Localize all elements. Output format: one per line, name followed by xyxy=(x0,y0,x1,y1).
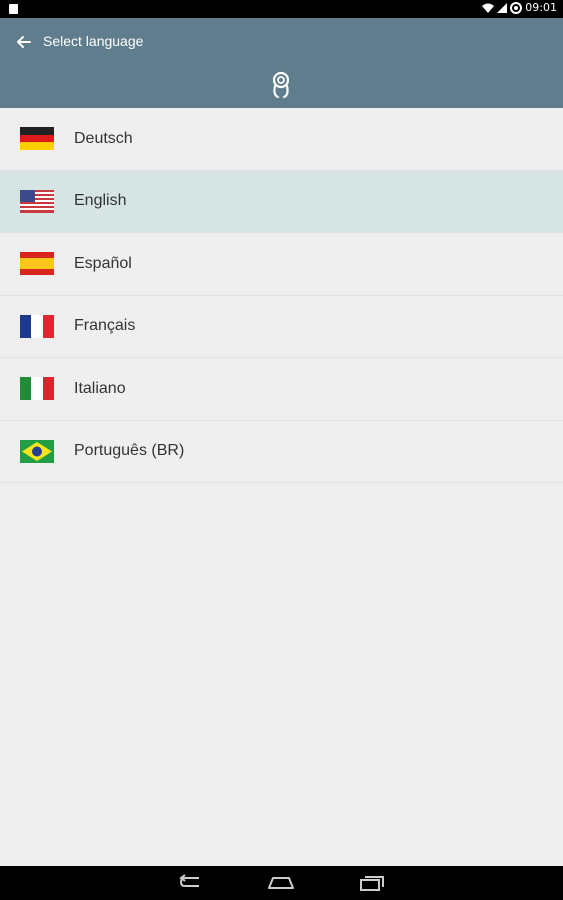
battery-sync-icon xyxy=(510,1,523,14)
back-arrow-icon[interactable] xyxy=(14,32,34,52)
language-label: Deutsch xyxy=(74,129,133,147)
app-bar: Select language xyxy=(0,18,563,108)
wifi-icon xyxy=(482,3,495,13)
language-label: Italiano xyxy=(74,379,126,397)
language-item-deutsch[interactable]: Deutsch xyxy=(0,108,563,171)
language-item-italiano[interactable]: Italiano xyxy=(0,358,563,421)
it-flag-icon xyxy=(20,377,54,401)
fr-flag-icon xyxy=(20,314,54,338)
language-label: Español xyxy=(74,254,132,272)
language-item-espanol[interactable]: Español xyxy=(0,233,563,296)
us-flag-icon xyxy=(20,189,54,213)
es-flag-icon xyxy=(20,252,54,276)
language-item-francais[interactable]: Français xyxy=(0,296,563,358)
language-item-portugues-br[interactable]: Português (BR) xyxy=(0,421,563,483)
notification-icon xyxy=(9,4,18,14)
status-icons: 09:01 xyxy=(482,1,557,14)
language-item-english[interactable]: English xyxy=(0,170,563,233)
status-bar: 09:01 xyxy=(0,0,563,18)
signal-icon xyxy=(497,2,508,13)
language-list: Deutsch English Español Français Italian… xyxy=(0,108,563,483)
back-nav-icon[interactable] xyxy=(177,873,205,893)
recent-apps-icon[interactable] xyxy=(358,873,386,893)
page-title: Select language xyxy=(43,33,144,49)
language-label: Português (BR) xyxy=(74,442,185,460)
navigation-bar xyxy=(0,866,563,900)
clock: 09:01 xyxy=(525,1,557,14)
de-flag-icon xyxy=(20,127,54,151)
app-logo-icon xyxy=(272,71,290,99)
language-label: English xyxy=(74,192,127,210)
language-label: Français xyxy=(74,317,136,335)
br-flag-icon xyxy=(20,439,54,463)
home-nav-icon[interactable] xyxy=(267,873,295,893)
